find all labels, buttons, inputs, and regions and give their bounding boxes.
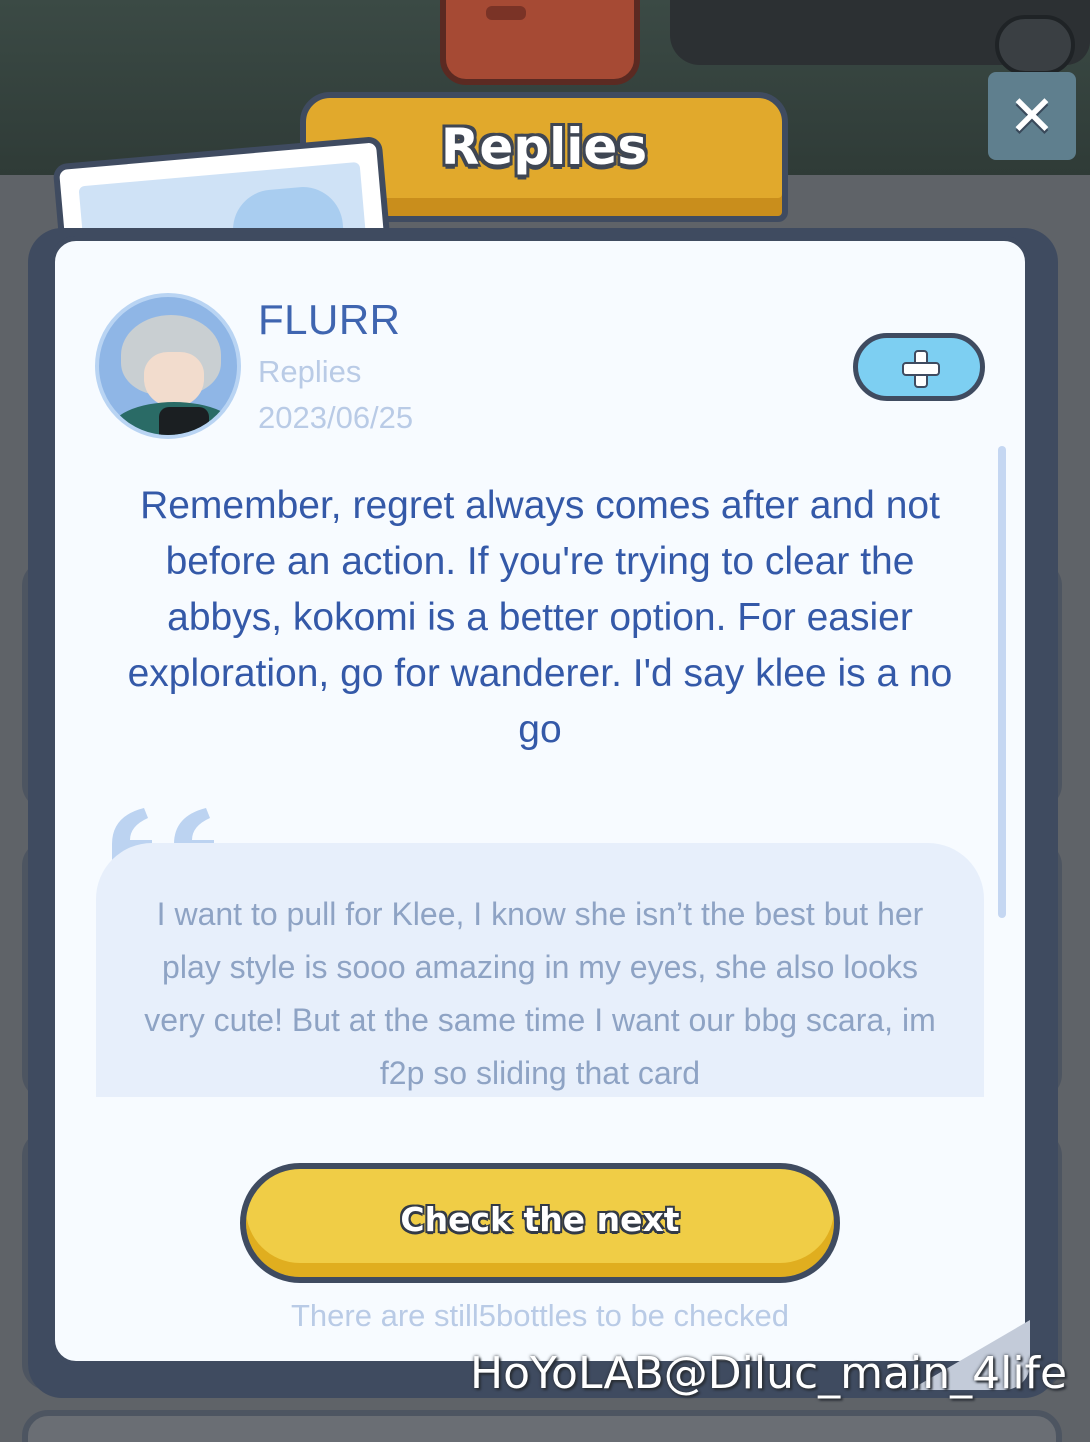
watermark: HoYoLAB@Diluc_main_4life bbox=[470, 1348, 1068, 1399]
close-button[interactable]: ✕ bbox=[988, 72, 1076, 160]
reply-type-label: Replies bbox=[258, 354, 362, 389]
add-friend-button[interactable] bbox=[853, 333, 985, 401]
close-icon: ✕ bbox=[1008, 84, 1056, 147]
remaining-bottles-text: There are still5bottles to be checked bbox=[291, 1298, 789, 1333]
quoted-message: I want to pull for Klee, I know she isn’… bbox=[96, 843, 984, 1097]
pipe-end-decoration bbox=[995, 15, 1075, 75]
plus-icon bbox=[902, 350, 940, 388]
author-name: FLURR bbox=[258, 296, 401, 343]
avatar[interactable] bbox=[95, 293, 241, 439]
check-next-button[interactable]: Check the next bbox=[240, 1163, 840, 1283]
quoted-text: I want to pull for Klee, I know she isn’… bbox=[144, 896, 936, 1091]
reply-date: 2023/06/25 bbox=[258, 400, 414, 435]
check-next-label: Check the next bbox=[400, 1199, 680, 1239]
reply-body: Remember, regret always comes after and … bbox=[127, 484, 953, 751]
background-card bbox=[22, 1410, 1062, 1442]
scrollbar[interactable] bbox=[998, 446, 1006, 918]
mailbox-decoration bbox=[440, 0, 640, 85]
